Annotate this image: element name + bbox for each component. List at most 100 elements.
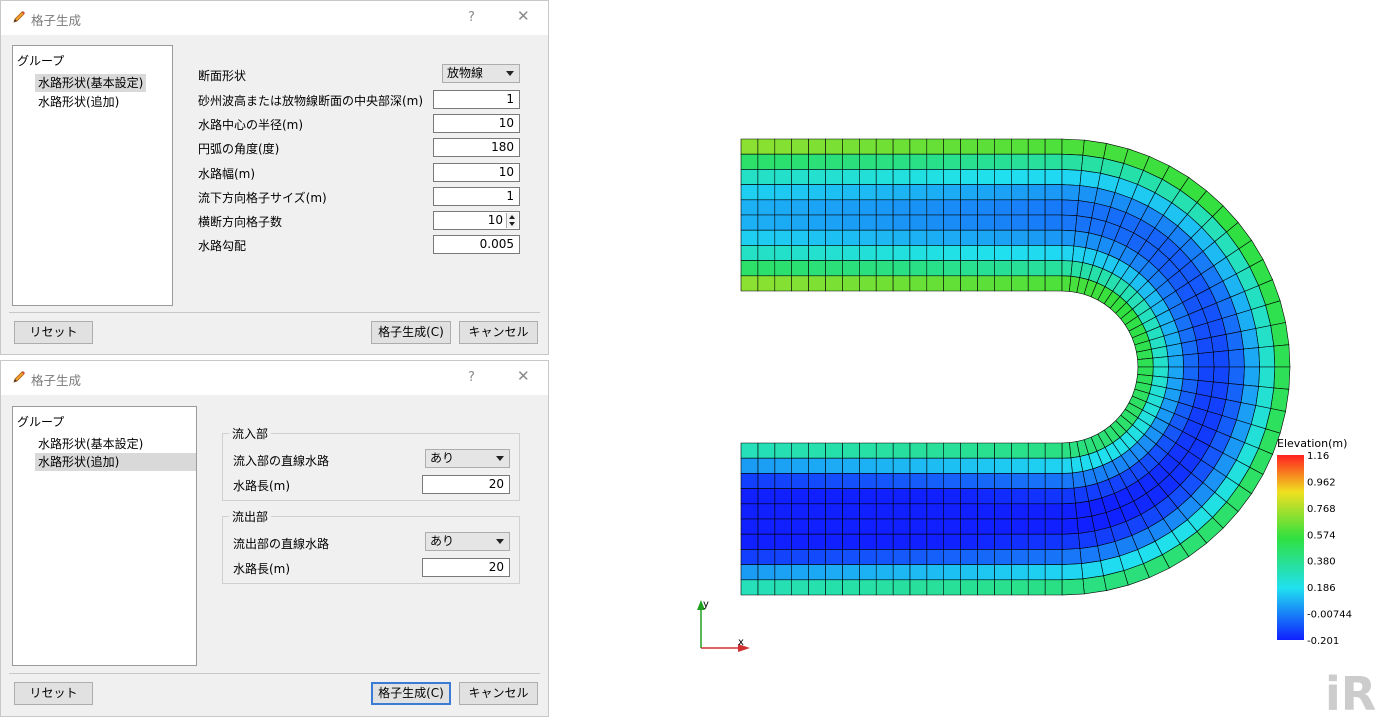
grid-cell bbox=[960, 518, 978, 535]
grid-cell bbox=[943, 549, 961, 565]
grid-cell bbox=[1273, 366, 1291, 390]
grid-cell bbox=[740, 579, 759, 596]
grid-cell bbox=[943, 564, 961, 581]
colorbar-tick-label: 0.186 bbox=[1307, 583, 1336, 594]
grid-cell bbox=[909, 442, 928, 459]
grid-cell bbox=[977, 199, 995, 216]
grid-cell bbox=[943, 245, 961, 261]
grid-cell bbox=[858, 488, 877, 505]
grid-cell bbox=[1079, 170, 1101, 189]
grid-cell bbox=[1061, 502, 1078, 520]
grid-cell bbox=[909, 533, 928, 550]
grid-cell bbox=[977, 214, 995, 231]
grid-cell bbox=[1010, 442, 1029, 459]
grid-cell bbox=[875, 579, 894, 596]
grid-cell bbox=[842, 260, 860, 277]
grid-cell bbox=[1010, 153, 1029, 170]
colorbar-tick-label: 0.380 bbox=[1307, 557, 1336, 568]
grid-cell bbox=[1010, 260, 1029, 277]
grid-cell bbox=[977, 488, 995, 505]
grid-cell bbox=[791, 153, 809, 170]
grid-cell bbox=[774, 214, 793, 231]
grid-cell bbox=[1010, 199, 1029, 216]
grid-cell bbox=[1195, 336, 1214, 354]
grid-cell bbox=[943, 260, 961, 277]
grid-cell bbox=[757, 473, 776, 489]
grid-cell bbox=[808, 564, 826, 581]
grid-cell bbox=[892, 518, 911, 535]
grid-cell bbox=[892, 199, 911, 216]
grid-cell bbox=[1240, 384, 1259, 406]
grid-cell bbox=[825, 564, 843, 581]
grid-cell bbox=[825, 169, 843, 185]
grid-cell bbox=[1061, 153, 1084, 171]
grid-cell bbox=[791, 549, 809, 565]
grid-cell bbox=[757, 245, 776, 261]
grid-cell bbox=[926, 214, 945, 231]
grid-cell bbox=[1061, 457, 1073, 474]
grid-cell bbox=[926, 229, 945, 246]
grid-cell bbox=[791, 473, 809, 489]
grid-cell bbox=[774, 579, 793, 596]
grid-cell bbox=[842, 229, 860, 246]
grid-cell bbox=[960, 260, 978, 277]
grid-cell bbox=[1228, 348, 1245, 368]
grid-cell bbox=[1182, 366, 1200, 381]
grid-cell bbox=[774, 488, 793, 505]
grid-cell bbox=[740, 214, 759, 231]
grid-cell bbox=[808, 503, 826, 520]
grid-cell bbox=[1081, 560, 1104, 580]
grid-cell bbox=[858, 442, 877, 459]
grid-cell bbox=[875, 518, 894, 535]
grid-cell bbox=[808, 184, 826, 201]
grid-cell bbox=[892, 564, 911, 581]
grid-cell bbox=[909, 199, 928, 216]
grid-cell bbox=[825, 579, 843, 596]
grid-cell bbox=[858, 549, 877, 565]
grid-cell bbox=[858, 153, 877, 170]
grid-cell bbox=[1044, 245, 1063, 261]
grid-cell bbox=[740, 260, 759, 277]
grid-cell bbox=[1044, 473, 1063, 489]
grid-cell bbox=[892, 473, 911, 489]
grid-cell bbox=[842, 564, 860, 581]
grid-cell bbox=[825, 184, 843, 201]
grid-cell bbox=[1212, 366, 1230, 384]
grid-cell bbox=[774, 153, 793, 170]
grid-cell bbox=[791, 488, 809, 505]
grid-cell bbox=[825, 457, 843, 474]
grid-cell bbox=[757, 214, 776, 231]
grid-cell bbox=[1044, 275, 1063, 292]
grid-cell bbox=[994, 579, 1012, 596]
grid-cell bbox=[875, 442, 894, 459]
grid-cell bbox=[960, 473, 978, 489]
grid-cell bbox=[757, 457, 776, 474]
grid-cell bbox=[875, 153, 894, 170]
grid-cell bbox=[858, 229, 877, 246]
grid-cell bbox=[892, 503, 911, 520]
grid-cell bbox=[808, 473, 826, 489]
grid-cell bbox=[1061, 169, 1082, 186]
grid-cell bbox=[1027, 184, 1046, 201]
grid-cell bbox=[774, 229, 793, 246]
grid-cell bbox=[994, 488, 1012, 505]
grid-cell bbox=[926, 275, 945, 292]
grid-cell bbox=[926, 518, 945, 535]
colorbar-tick-label: -0.201 bbox=[1307, 636, 1339, 647]
grid-cell bbox=[1027, 488, 1046, 505]
grid-cell bbox=[1027, 169, 1046, 185]
grid-cell bbox=[943, 473, 961, 489]
grid-cell bbox=[791, 564, 809, 581]
grid-cell bbox=[994, 229, 1012, 246]
grid-cell bbox=[943, 214, 961, 231]
grid-cell bbox=[977, 518, 995, 535]
grid-cell bbox=[892, 579, 911, 596]
grid-cell bbox=[994, 533, 1012, 550]
grid-cell bbox=[842, 184, 860, 201]
grid-cell bbox=[1061, 472, 1075, 489]
grid-cell bbox=[1061, 214, 1078, 232]
grid-cell bbox=[1225, 331, 1244, 351]
grid-cell bbox=[960, 245, 978, 261]
grid-cell bbox=[774, 457, 793, 474]
grid-cell bbox=[791, 138, 809, 155]
